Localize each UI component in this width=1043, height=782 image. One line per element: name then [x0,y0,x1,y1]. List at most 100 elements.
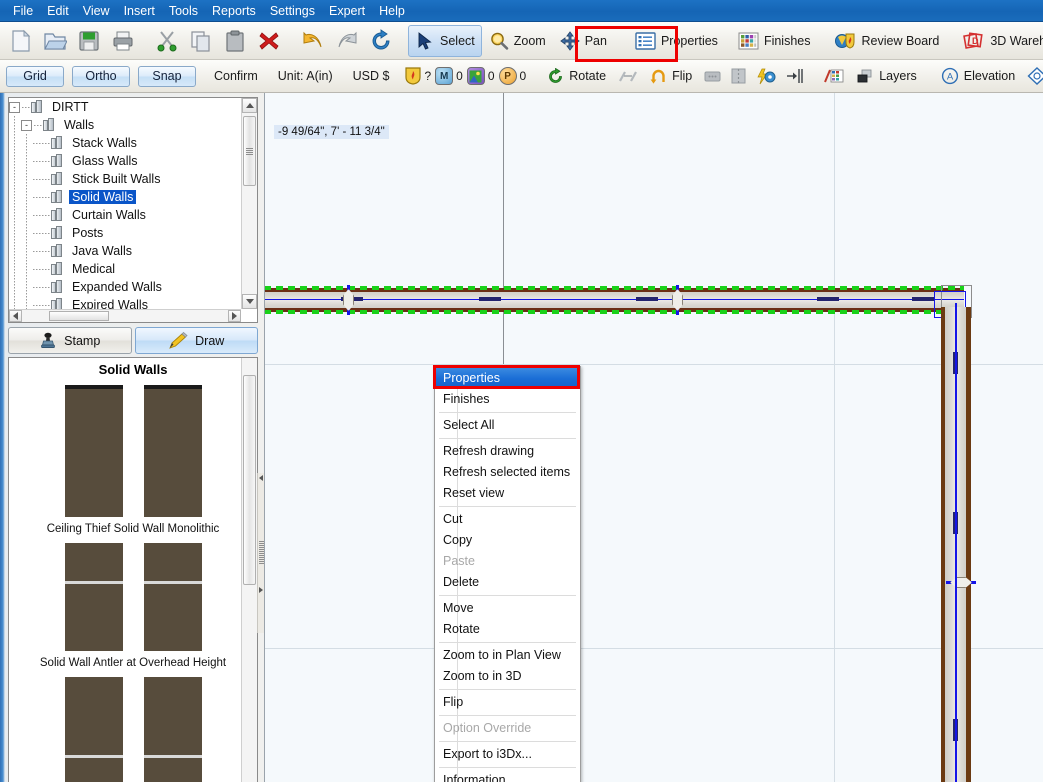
catalog-vertical-scrollbar[interactable] [241,358,257,782]
counter-m[interactable]: M 0 [435,67,463,85]
review-board-button[interactable]: Review Board [827,25,946,57]
schedule-button[interactable] [819,63,849,89]
context-menu-item-cut[interactable]: Cut [435,509,580,530]
tree-scroll-right-button[interactable] [228,310,241,322]
context-menu-item-properties[interactable]: Properties [435,368,580,389]
tree-item-stack-walls[interactable]: Stack Walls [9,134,241,152]
catalog-item[interactable]: Ceiling Thief Solid Wall Monolithic [9,379,257,537]
pan-tool-button[interactable]: Pan [553,25,614,57]
context-menu-item-export-to-i3dx[interactable]: Export to i3Dx... [435,744,580,765]
menu-item-edit[interactable]: Edit [40,2,76,20]
tree-item-medical[interactable]: Medical [9,260,241,278]
catalog-item[interactable]: Solid Wall Antler at Overhead Height [9,537,257,671]
context-menu-item-zoom-to-in-3d[interactable]: Zoom to in 3D [435,666,580,687]
context-menu-item-flip[interactable]: Flip [435,692,580,713]
tree-item-dirtt[interactable]: - DIRTT [9,98,241,116]
context-menu-item-rotate[interactable]: Rotate [435,619,580,640]
layers-button[interactable]: Layers [849,63,924,89]
refresh-button[interactable] [364,25,398,57]
drawing-canvas[interactable]: -9 49/64", 7' - 11 3/4" Properties Finis… [265,93,1043,782]
tree-item-curtain-walls[interactable]: Curtain Walls [9,206,241,224]
copy-button[interactable] [184,25,218,57]
tree-scroll-left-button[interactable] [9,310,22,322]
ortho-toggle[interactable]: Ortho [72,65,130,87]
catalog-scroll-thumb[interactable] [243,375,256,585]
mirror-button[interactable] [613,63,643,89]
unit-label[interactable]: Unit: A(in) [278,69,333,83]
context-menu[interactable]: Properties Finishes Select All Refresh draw… [433,365,581,782]
context-menu-item-information[interactable]: Information [435,770,580,782]
menu-item-file[interactable]: File [6,2,40,20]
properties-tool-button[interactable]: Properties [628,25,725,57]
horizontal-wall-selected[interactable] [265,285,964,315]
splitter-expand-right-button[interactable] [257,585,264,594]
align-block-button[interactable] [699,63,726,89]
paste-button[interactable] [218,25,252,57]
cut-button[interactable] [150,25,184,57]
print-button[interactable] [106,25,140,57]
tree-vertical-scrollbar[interactable] [241,98,257,309]
wall-hinge-marker[interactable] [672,285,683,315]
undo-button[interactable] [296,25,330,57]
tree-item-solid-walls[interactable]: Solid Walls [9,188,241,206]
context-menu-item-delete[interactable]: Delete [435,572,580,593]
tree-hscroll-thumb[interactable] [49,311,109,321]
warehouse-button[interactable]: D 3D Warehouse [956,25,1043,57]
redo-button[interactable] [330,25,364,57]
context-menu-item-select-all[interactable]: Select All [435,415,580,436]
flip-button[interactable]: Flip [643,63,699,89]
catalog-item[interactable]: Solid Wall Antler at Worksurface Height [9,671,257,782]
help-badge[interactable]: ? [405,67,431,85]
select-tool-button[interactable]: Select [408,24,482,57]
section-marker-button[interactable] [1022,63,1043,89]
counter-p[interactable]: P 0 [498,67,526,85]
menu-item-insert[interactable]: Insert [117,2,162,20]
context-menu-item-reset-view[interactable]: Reset view [435,483,580,504]
menu-item-reports[interactable]: Reports [205,2,263,20]
context-menu-item-refresh-drawing[interactable]: Refresh drawing [435,441,580,462]
tree-expander-toggle[interactable]: - [9,101,20,113]
draw-mode-button[interactable]: Draw [134,327,258,354]
menu-item-settings[interactable]: Settings [263,2,322,20]
stamp-mode-button[interactable]: Stamp [8,327,132,354]
rotate-button[interactable]: Rotate [540,63,613,89]
tree-horizontal-scrollbar[interactable] [9,309,241,322]
new-document-button[interactable] [4,25,38,57]
menu-item-help[interactable]: Help [372,2,412,20]
context-menu-item-move[interactable]: Move [435,598,580,619]
wall-panel-thumbnail[interactable] [143,543,202,651]
context-menu-item-refresh-selected-items[interactable]: Refresh selected items [435,462,580,483]
wall-panel-thumbnail[interactable] [143,385,202,517]
confirm-label[interactable]: Confirm [214,69,258,83]
tree-expander-toggle[interactable]: - [21,119,32,131]
menu-item-tools[interactable]: Tools [162,2,205,20]
wall-panel-thumbnail[interactable] [64,677,123,782]
finishes-tool-button[interactable]: Finishes [731,25,818,57]
menu-item-expert[interactable]: Expert [322,2,372,20]
wall-hinge-marker[interactable] [343,285,354,315]
delete-button[interactable] [252,25,286,57]
open-folder-button[interactable] [38,25,72,57]
tree-scroll-thumb[interactable] [243,116,256,186]
power-settings-button[interactable] [751,63,781,89]
align-right-button[interactable] [781,63,809,89]
counter-image[interactable]: 0 [466,67,495,85]
tree-scroll-down-button[interactable] [242,294,257,309]
wall-hinge-marker[interactable] [946,577,976,588]
tree-item-java-walls[interactable]: Java Walls [9,242,241,260]
context-menu-item-finishes[interactable]: Finishes [435,389,580,410]
tree-item-stick-built-walls[interactable]: Stick Built Walls [9,170,241,188]
wall-panel-thumbnail[interactable] [64,385,123,517]
catalog-tree[interactable]: - DIRTT - Walls Stack Walls Glass Walls Stick … [9,98,241,309]
tree-item-glass-walls[interactable]: Glass Walls [9,152,241,170]
currency-label[interactable]: USD $ [353,69,390,83]
tree-item-posts[interactable]: Posts [9,224,241,242]
tree-item-walls[interactable]: - Walls [9,116,241,134]
snap-toggle[interactable]: Snap [138,65,196,87]
elevation-button[interactable]: A Elevation [934,63,1022,89]
save-button[interactable] [72,25,106,57]
context-menu-item-copy[interactable]: Copy [435,530,580,551]
tree-item-expired-walls[interactable]: Expired Walls [9,296,241,309]
context-menu-item-zoom-to-in-plan-view[interactable]: Zoom to in Plan View [435,645,580,666]
tree-scroll-up-button[interactable] [242,98,257,113]
